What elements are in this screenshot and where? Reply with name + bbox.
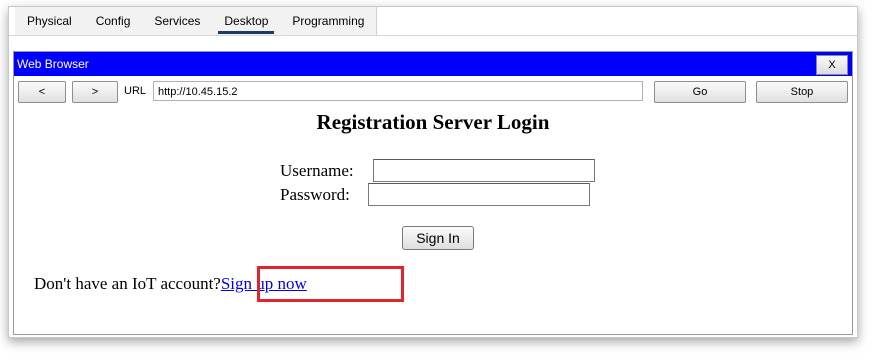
tab-programming[interactable]: Programming [280,7,376,35]
tab-list: Physical Config Services Desktop Program… [15,7,378,35]
url-input[interactable]: http://10.45.15.2 [153,81,643,101]
back-button[interactable]: < [18,81,66,103]
tab-config[interactable]: Config [84,7,143,35]
browser-title-bar: Web Browser X [14,52,852,76]
browser-title: Web Browser [17,57,89,71]
tab-bar: Physical Config Services Desktop Program… [9,7,857,36]
username-label: Username: [280,161,354,180]
go-button[interactable]: Go [654,81,746,103]
device-window: Physical Config Services Desktop Program… [8,6,858,338]
signup-prompt-text: Don't have an IoT account? [34,274,221,293]
username-field[interactable] [373,159,595,182]
forward-button[interactable]: > [72,81,118,103]
stop-button[interactable]: Stop [756,81,848,103]
close-button[interactable]: X [816,55,848,75]
url-label: URL [124,85,147,97]
tab-desktop[interactable]: Desktop [212,7,280,35]
navigation-bar: < > URL http://10.45.15.2 Go Stop [14,78,852,104]
password-label: Password: [280,185,350,204]
highlight-box [257,266,404,302]
tab-physical[interactable]: Physical [15,7,84,35]
password-field[interactable] [368,183,590,206]
tab-services[interactable]: Services [142,7,212,35]
page-content: Registration Server Login Username: Pass… [14,106,852,334]
web-browser-panel: Web Browser X < > URL http://10.45.15.2 … [13,51,853,335]
sign-in-button[interactable]: Sign In [402,226,474,250]
page-title: Registration Server Login [316,110,550,134]
